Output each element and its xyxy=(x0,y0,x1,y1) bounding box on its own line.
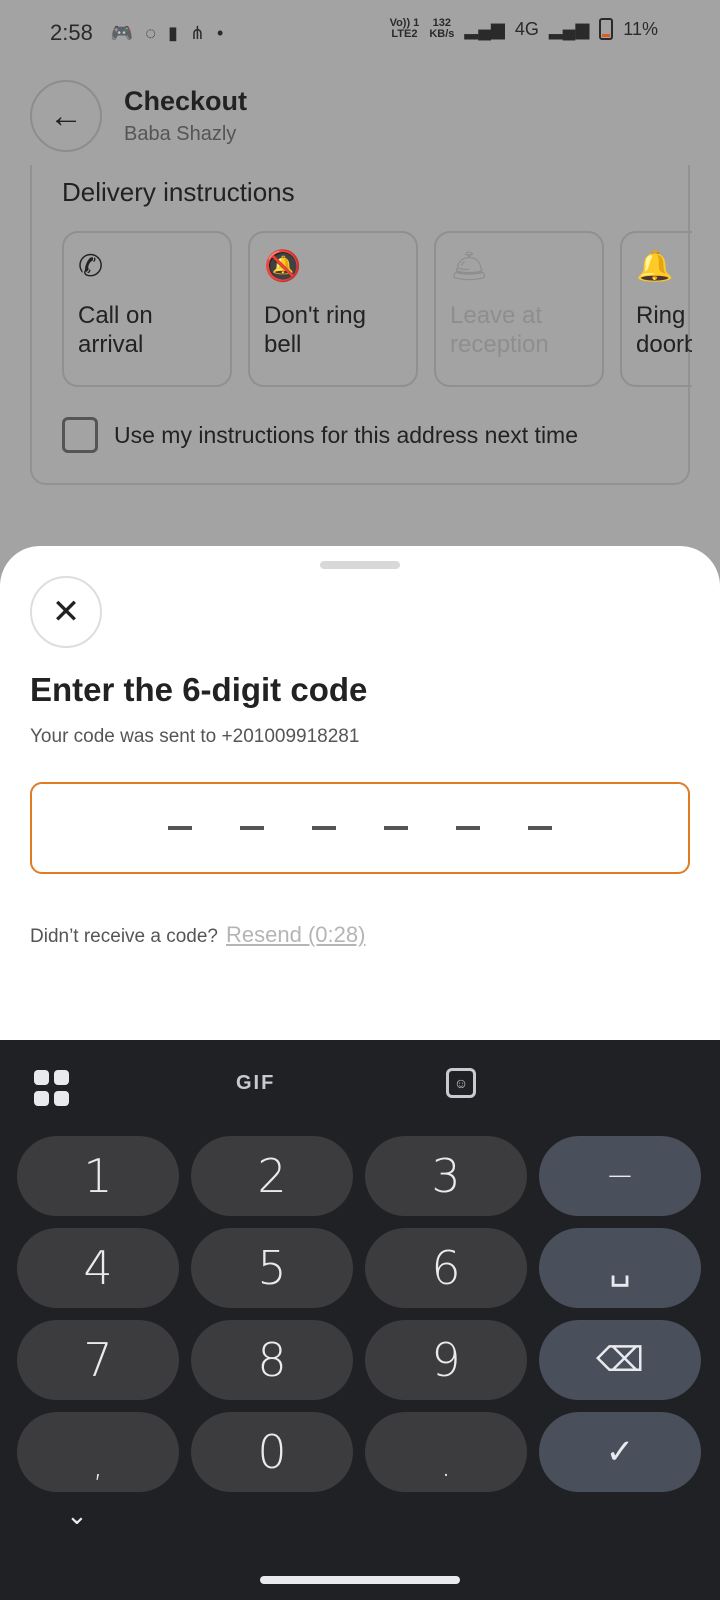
phone-icon: ✆ xyxy=(78,250,104,283)
keyboard-toolbar: GIF ☺ xyxy=(0,1060,720,1106)
checkout-header: ← Checkout Baba Shazly xyxy=(30,80,247,152)
key-space[interactable]: ␣ xyxy=(539,1228,701,1308)
signal-icon: ▂▄▆ xyxy=(464,18,505,39)
key-3[interactable]: 3 xyxy=(365,1136,527,1216)
page-title: Checkout xyxy=(124,86,248,116)
option-label: Call on arrival xyxy=(78,302,153,358)
whatsapp-icon: ◌ xyxy=(145,22,156,43)
option-dont-ring-bell[interactable]: 🔕 Don't ring bell xyxy=(248,231,418,387)
code-digit-slot xyxy=(528,826,552,830)
key-minus[interactable]: − xyxy=(539,1136,701,1216)
game-controller-icon: 🎮 xyxy=(110,22,134,43)
header-text: Checkout Baba Shazly xyxy=(124,86,247,146)
otp-bottom-sheet: ✕ Enter the 6-digit code Your code was s… xyxy=(0,546,720,1046)
otp-subtitle: Your code was sent to +201009918281 xyxy=(30,726,360,747)
key-period[interactable]: . xyxy=(365,1412,527,1492)
numeric-keyboard: GIF ☺ 1 2 3 − 4 5 6 ␣ 7 8 9 ⌫ , 0 . ✓ ⌄ xyxy=(0,1040,720,1600)
remember-checkbox[interactable] xyxy=(62,417,98,453)
otp-code-input[interactable] xyxy=(30,782,690,874)
gif-button[interactable]: GIF xyxy=(236,1072,275,1095)
option-label: Don't ring bell xyxy=(264,302,366,358)
restaurant-name: Baba Shazly xyxy=(124,123,237,145)
remember-instructions-row[interactable]: Use my instructions for this address nex… xyxy=(62,417,578,453)
sticker-icon[interactable]: ☺ xyxy=(446,1068,476,1098)
period-label: . xyxy=(440,1445,452,1485)
status-time: 2:58 xyxy=(50,20,93,45)
battery-percent: 11% xyxy=(623,18,658,39)
resend-link[interactable]: Resend (0:28) xyxy=(226,922,365,948)
option-label: Ring doorbell xyxy=(636,302,692,358)
code-digit-slot xyxy=(384,826,408,830)
key-8[interactable]: 8 xyxy=(191,1320,353,1400)
option-ring-doorbell[interactable]: 🔔 Ring doorbell xyxy=(620,231,692,387)
apps-grid-icon[interactable] xyxy=(34,1070,70,1106)
battery-saver-icon: ▮ xyxy=(167,22,178,43)
app-notification-icon: ⋔ xyxy=(189,22,205,43)
battery-icon xyxy=(599,18,614,40)
code-digit-slot xyxy=(312,826,336,830)
bell-off-icon: 🔕 xyxy=(264,250,302,283)
dot-icon: • xyxy=(216,22,224,43)
back-button[interactable]: ← xyxy=(30,80,102,152)
close-icon: ✕ xyxy=(51,593,81,631)
arrow-left-icon: ← xyxy=(49,96,83,135)
key-7[interactable]: 7 xyxy=(17,1320,179,1400)
status-bar: 2:58 🎮 ◌ ▮ ⋔ • Vo)) 1 LTE2 132 KB/s ▂▄▆ … xyxy=(0,0,720,66)
option-leave-at-reception[interactable]: 🛎 Leave at reception xyxy=(434,231,604,387)
comma-label: , xyxy=(92,1445,104,1485)
key-1[interactable]: 1 xyxy=(17,1136,179,1216)
key-5[interactable]: 5 xyxy=(191,1228,353,1308)
bell-icon: 🔔 xyxy=(636,250,674,283)
key-9[interactable]: 9 xyxy=(365,1320,527,1400)
key-backspace[interactable]: ⌫ xyxy=(539,1320,701,1400)
remember-label: Use my instructions for this address nex… xyxy=(114,421,578,448)
otp-title: Enter the 6-digit code xyxy=(30,671,368,708)
sheet-drag-handle[interactable] xyxy=(320,561,400,569)
close-button[interactable]: ✕ xyxy=(30,576,102,648)
key-2[interactable]: 2 xyxy=(191,1136,353,1216)
reception-bell-icon: 🛎 xyxy=(450,250,489,283)
delivery-options-list[interactable]: ✆ Call on arrival 🔕 Don't ring bell 🛎 Le… xyxy=(62,231,692,391)
delivery-instructions-title: Delivery instructions xyxy=(62,177,295,207)
option-label: Leave at reception xyxy=(450,302,549,358)
code-digit-slot xyxy=(240,826,264,830)
key-comma[interactable]: , xyxy=(17,1412,179,1492)
signal-2-icon: ▂▄▆ xyxy=(548,18,590,39)
code-digit-slot xyxy=(456,826,480,830)
resend-row: Didn’t receive a code? Resend (0:28) xyxy=(30,922,365,948)
key-4[interactable]: 4 xyxy=(17,1228,179,1308)
keypad: 1 2 3 − 4 5 6 ␣ 7 8 9 ⌫ , 0 . ✓ xyxy=(17,1136,703,1492)
code-digit-slot xyxy=(168,826,192,830)
home-indicator[interactable] xyxy=(260,1576,460,1584)
delivery-instructions-card: Delivery instructions ✆ Call on arrival … xyxy=(30,165,692,485)
status-right: Vo)) 1 LTE2 132 KB/s ▂▄▆ 4G ▂▄▆ 11% xyxy=(390,18,658,40)
resend-question: Didn’t receive a code? xyxy=(30,926,218,947)
key-0[interactable]: 0 xyxy=(191,1412,353,1492)
key-done[interactable]: ✓ xyxy=(539,1412,701,1492)
volte-indicator: Vo)) 1 LTE2 xyxy=(389,17,420,40)
chevron-down-icon[interactable]: ⌄ xyxy=(66,1500,88,1531)
notification-icons: 🎮 ◌ ▮ ⋔ • xyxy=(111,23,223,44)
network-speed: 132 KB/s xyxy=(429,17,455,40)
network-type: 4G xyxy=(514,18,539,39)
key-6[interactable]: 6 xyxy=(365,1228,527,1308)
option-call-on-arrival[interactable]: ✆ Call on arrival xyxy=(62,231,232,387)
